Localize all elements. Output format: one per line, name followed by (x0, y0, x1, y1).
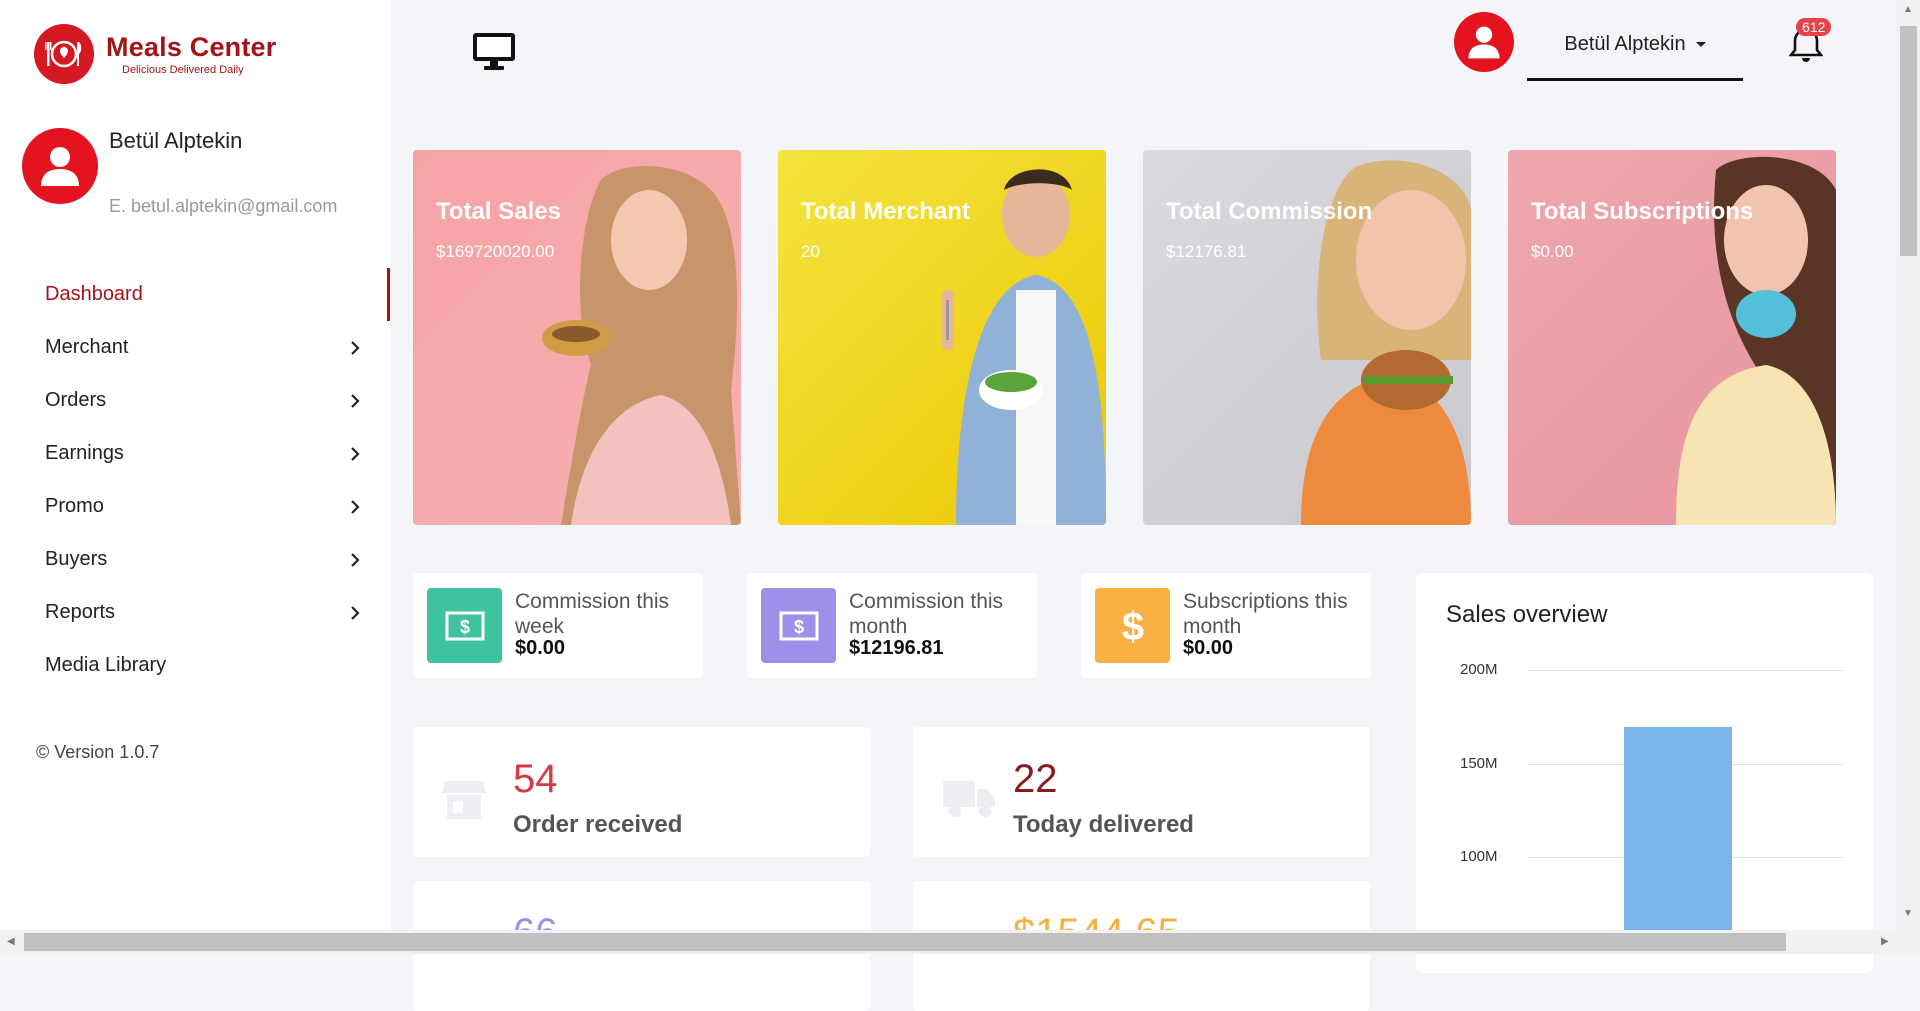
vertical-scrollbar[interactable]: ▲ ▼ (1897, 0, 1920, 930)
sidebar-item-promo[interactable]: Promo (0, 480, 390, 533)
chevron-right-icon (351, 447, 360, 461)
scroll-left-icon[interactable]: ◀ (7, 936, 15, 947)
sidebar-item-earnings[interactable]: Earnings (0, 427, 390, 480)
stat-label: Subscriptions this month (1183, 590, 1348, 638)
scroll-thumb[interactable] (24, 933, 1786, 951)
chevron-right-icon (351, 341, 360, 355)
sidebar-item-reports[interactable]: Reports (0, 586, 390, 639)
scroll-up-icon[interactable]: ▲ (1903, 4, 1913, 15)
sales-bar[interactable] (1624, 726, 1732, 930)
user-dropdown-label: Betül Alptekin (1564, 32, 1686, 55)
delivered-count: 22 (1013, 757, 1058, 801)
chevron-right-icon (351, 500, 360, 514)
svg-text:$: $ (1121, 605, 1143, 648)
stat-label: Commission this month (849, 590, 1004, 638)
sidebar-item-dashboard[interactable]: Dashboard (0, 268, 390, 321)
dollar-icon: $ (1095, 588, 1170, 663)
sales-overview-title: Sales overview (1446, 601, 1608, 628)
banner-total-commission[interactable]: Total Commission $12176.81 (1143, 150, 1471, 525)
sidebar-item-media-library[interactable]: Media Library (0, 639, 390, 692)
stat-value: $0.00 (515, 637, 566, 659)
stat-commission-month: $ Commission this month $12196.81 (747, 573, 1037, 678)
user-dropdown[interactable]: Betül Alptekin (1527, 10, 1743, 81)
y-tick-label: 100M (1460, 848, 1498, 865)
sales-overview-card: Sales overview 200M 150M 100M (1416, 573, 1873, 973)
sidebar-item-label: Orders (45, 389, 107, 411)
banner-value: 20 (801, 242, 820, 261)
card-order-received: 54 Order received (413, 727, 870, 857)
card-today-delivered: 22 Today delivered (913, 727, 1370, 857)
brand-logo[interactable]: Meals Center Delicious Delivered Daily (34, 24, 276, 84)
brand-tagline: Delicious Delivered Daily (122, 64, 244, 76)
header-avatar[interactable] (1454, 12, 1514, 72)
money-icon: $ (761, 588, 836, 663)
profile-email: E. betul.alptekin@gmail.com (109, 196, 338, 216)
banner-total-sales[interactable]: Total Sales $169720020.00 (413, 150, 741, 525)
scroll-thumb[interactable] (1900, 26, 1917, 256)
sidebar: Meals Center Delicious Delivered Daily B… (0, 0, 390, 930)
caret-down-icon (1695, 41, 1706, 47)
banner-total-merchant[interactable]: Total Merchant 20 (778, 150, 1106, 525)
banner-title: Total Merchant (801, 198, 970, 225)
svg-text:$: $ (459, 617, 469, 637)
stat-label: Commission this week (515, 590, 670, 638)
chevron-right-icon (351, 394, 360, 408)
chevron-right-icon (351, 606, 360, 620)
banner-title: Total Sales (436, 198, 561, 225)
order-label: Today delivered (1013, 811, 1194, 838)
monitor-icon[interactable] (472, 32, 516, 72)
sidebar-item-label: Dashboard (45, 283, 143, 305)
sidebar-item-label: Reports (45, 601, 116, 623)
banner-value: $0.00 (1531, 242, 1574, 261)
sidebar-item-buyers[interactable]: Buyers (0, 533, 390, 586)
person-photo (542, 166, 741, 525)
money-icon: $ (427, 588, 502, 663)
store-icon (442, 781, 486, 819)
truck-icon (943, 781, 995, 817)
sidebar-item-merchant[interactable]: Merchant (0, 321, 390, 374)
banner-total-subscriptions[interactable]: Total Subscriptions $0.00 (1508, 150, 1836, 525)
y-tick-label: 200M (1460, 661, 1498, 678)
version-label: © Version 1.0.7 (36, 742, 160, 762)
profile-avatar[interactable] (22, 128, 98, 204)
scroll-right-icon[interactable]: ▶ (1881, 936, 1889, 947)
stat-value: $0.00 (1183, 637, 1234, 659)
banner-value: $169720020.00 (436, 242, 555, 261)
logo-icon (34, 24, 94, 84)
banner-title: Total Subscriptions (1531, 198, 1754, 225)
user-icon (41, 147, 79, 186)
sidebar-item-label: Merchant (45, 336, 129, 358)
y-tick-label: 150M (1460, 755, 1498, 772)
profile-name: Betül Alptekin (109, 128, 243, 153)
svg-text:$: $ (793, 617, 803, 637)
scroll-down-icon[interactable]: ▼ (1903, 908, 1913, 919)
sidebar-item-label: Earnings (45, 442, 124, 464)
order-count: 54 (513, 757, 558, 801)
banner-title: Total Commission (1166, 198, 1373, 225)
banner-value: $12176.81 (1166, 242, 1247, 261)
sidebar-item-orders[interactable]: Orders (0, 374, 390, 427)
horizontal-scrollbar[interactable]: ◀ ▶ (0, 930, 1920, 954)
user-avatar-icon (1468, 26, 1500, 59)
stat-subscriptions-month: $ Subscriptions this month $0.00 (1081, 573, 1371, 678)
sidebar-item-label: Media Library (45, 654, 167, 676)
stat-commission-week: $ Commission this week $0.00 (413, 573, 703, 678)
stat-value: $12196.81 (849, 637, 944, 659)
brand-name: Meals Center (106, 32, 277, 62)
gridline (1528, 670, 1843, 671)
sidebar-menu: Dashboard Merchant Orders Earnings Promo… (0, 268, 390, 692)
notification-badge: 612 (1796, 18, 1832, 36)
chevron-right-icon (351, 553, 360, 567)
sidebar-item-label: Promo (45, 495, 104, 517)
sidebar-item-label: Buyers (45, 548, 108, 570)
order-label: Order received (513, 811, 683, 838)
